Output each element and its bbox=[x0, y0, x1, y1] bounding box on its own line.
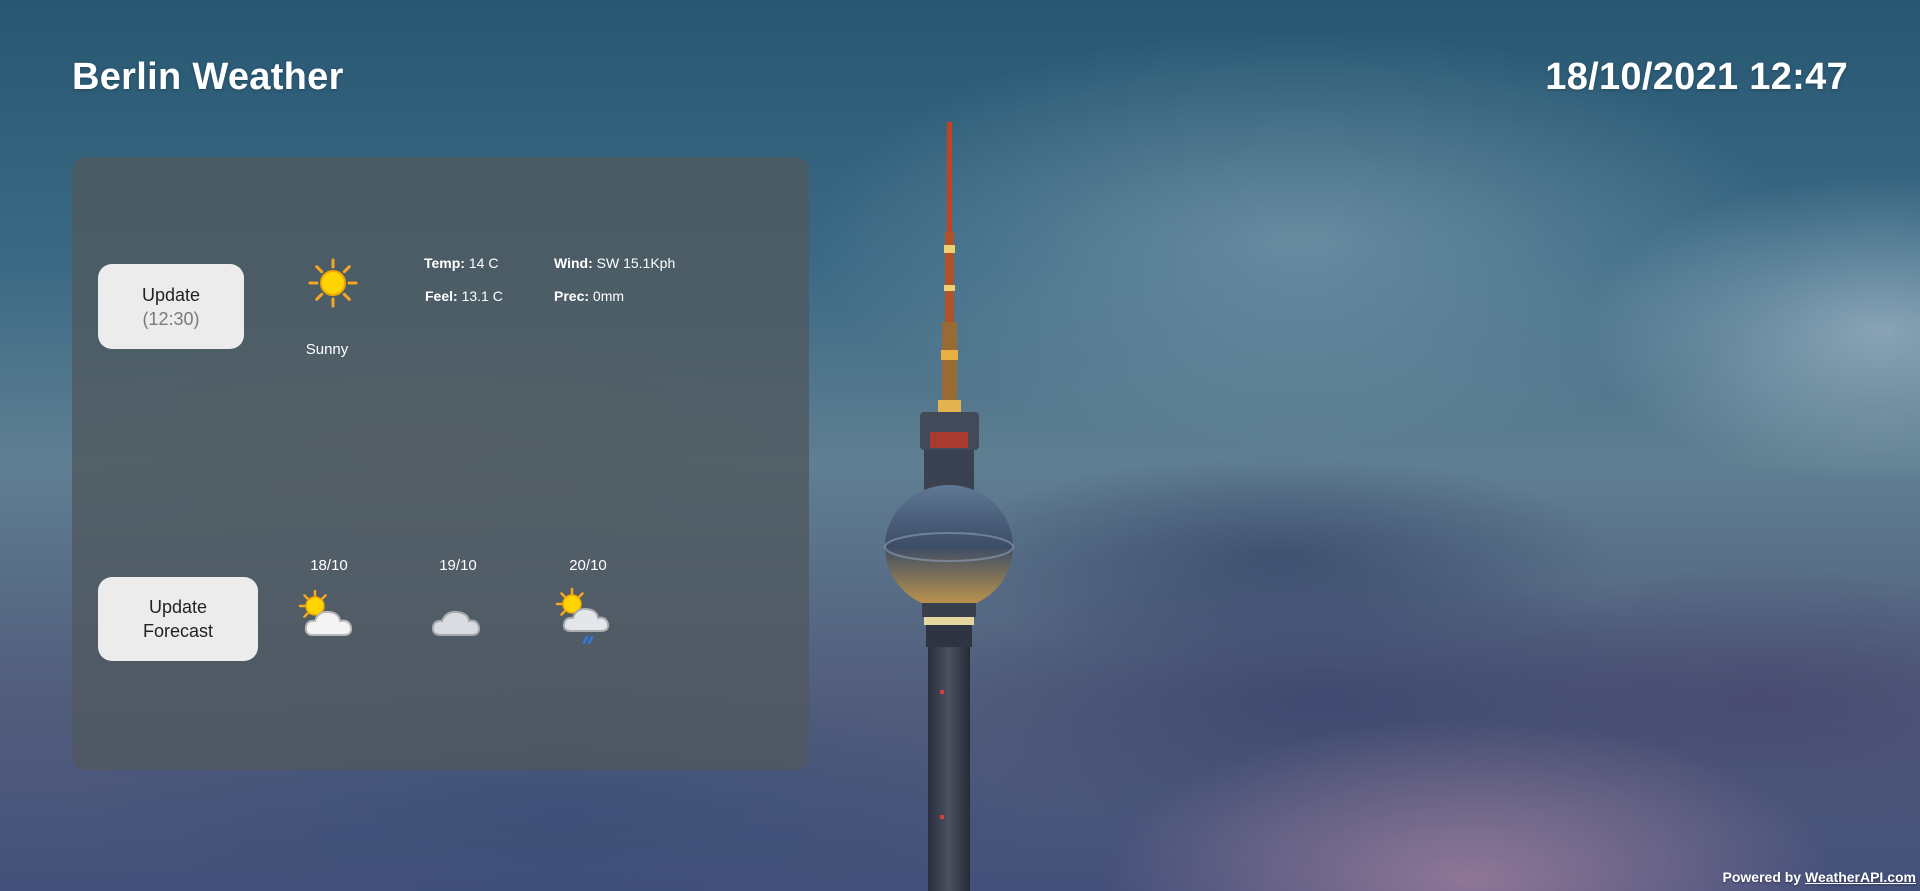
prec-label: Prec: bbox=[554, 288, 590, 304]
prec-stat: Prec: 0mm bbox=[554, 288, 624, 304]
forecast-date: 19/10 bbox=[439, 557, 477, 574]
update-forecast-button[interactable]: Update Forecast bbox=[98, 577, 258, 661]
weather-panel: Update (12:30) Sunny Temp: 14 C Feel: 13… bbox=[72, 157, 809, 770]
forecast-day-3: 20/10 bbox=[538, 557, 638, 649]
wind-value: SW 15.1Kph bbox=[596, 255, 676, 271]
condition-text: Sunny bbox=[305, 341, 349, 358]
page-title: Berlin Weather bbox=[72, 56, 344, 98]
temp-stat: Temp: 14 C bbox=[424, 255, 498, 271]
attribution: Powered by WeatherAPI.com bbox=[1723, 869, 1916, 885]
forecast-date: 18/10 bbox=[310, 557, 348, 574]
update-current-button[interactable]: Update (12:30) bbox=[98, 264, 244, 349]
forecast-button-line1: Update bbox=[148, 597, 208, 617]
current-datetime: 18/10/2021 12:47 bbox=[1545, 56, 1848, 98]
sun-cloud-rain-icon bbox=[555, 587, 610, 645]
forecast-button-line2: Forecast bbox=[142, 621, 214, 641]
attribution-prefix: Powered by bbox=[1722, 869, 1802, 885]
prec-value: 0mm bbox=[592, 288, 625, 304]
temp-value: 14 C bbox=[468, 255, 499, 271]
feel-label: Feel: bbox=[425, 288, 458, 304]
wind-stat: Wind: SW 15.1Kph bbox=[554, 255, 675, 271]
forecast-day-2: 19/10 bbox=[408, 557, 508, 649]
partly-cloudy-icon bbox=[298, 589, 353, 636]
feel-value: 13.1 C bbox=[461, 288, 503, 304]
sun-icon bbox=[308, 258, 358, 308]
cloud-icon bbox=[431, 610, 481, 636]
forecast-date: 20/10 bbox=[569, 557, 607, 574]
update-button-label: Update bbox=[141, 284, 201, 305]
wind-label: Wind: bbox=[554, 255, 593, 271]
weatherapi-link[interactable]: WeatherAPI.com bbox=[1805, 869, 1916, 885]
forecast-day-1: 18/10 bbox=[279, 557, 379, 649]
feel-stat: Feel: 13.1 C bbox=[425, 288, 503, 304]
last-update-time: (12:30) bbox=[142, 308, 200, 329]
temp-label: Temp: bbox=[424, 255, 465, 271]
